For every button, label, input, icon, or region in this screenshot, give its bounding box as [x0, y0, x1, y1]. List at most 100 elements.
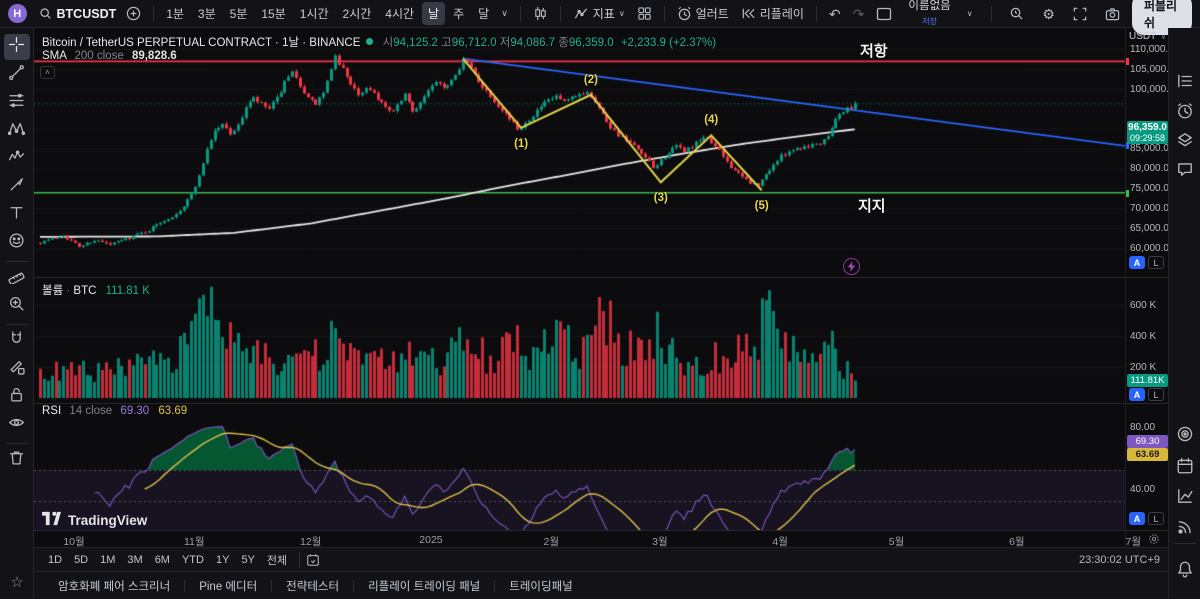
alert-button[interactable]: 얼러트 — [671, 2, 735, 25]
wave-label-4[interactable]: (4) — [704, 114, 718, 126]
text-tool-tool-button[interactable] — [4, 202, 30, 228]
range-button-1M[interactable]: 1M — [94, 552, 121, 568]
volume-legend-row[interactable]: 볼륨 · BTC 111.81 K — [42, 282, 150, 298]
time-tick[interactable]: 2025 — [419, 534, 442, 546]
range-button-5Y[interactable]: 5Y — [235, 552, 260, 568]
wave-label-1[interactable]: (1) — [514, 138, 528, 150]
rsi-chart-canvas[interactable] — [34, 403, 1125, 530]
hotlist-target-button[interactable] — [1176, 425, 1194, 443]
layout-name-button[interactable]: 이름없음 저장 — [904, 0, 954, 27]
chat-button[interactable] — [1176, 160, 1194, 178]
chart-style-button[interactable] — [527, 3, 554, 24]
undo-button[interactable]: ↶ — [823, 4, 847, 24]
ideas-chart-button[interactable] — [1176, 487, 1194, 505]
interval-button-2시간[interactable]: 2시간 — [337, 2, 378, 25]
interval-button-날[interactable]: 날 — [422, 2, 445, 25]
auto-scale-button[interactable]: A — [1129, 388, 1145, 401]
wave-label-3[interactable]: (3) — [654, 192, 668, 204]
quick-search-button[interactable] — [1003, 3, 1030, 24]
resistance-annotation[interactable]: 저항 — [860, 40, 888, 61]
time-axis-gear-icon[interactable] — [1148, 533, 1160, 548]
tradingview-watermark[interactable]: TradingView — [42, 510, 147, 530]
interval-button-4시간[interactable]: 4시간 — [379, 2, 420, 25]
chart-area[interactable]: Bitcoin / TetherUS PERPETUAL CONTRACT · … — [34, 28, 1125, 547]
price-scale-mode-buttons[interactable]: A L — [1129, 256, 1164, 269]
auto-scale-button[interactable]: A — [1129, 256, 1145, 269]
interval-button-1시간[interactable]: 1시간 — [294, 2, 335, 25]
xabcd-pattern-tool-button[interactable] — [4, 118, 30, 144]
volume-scale-mode-buttons[interactable]: A L — [1129, 388, 1164, 401]
indicators-button[interactable]: 지표 ∨ — [567, 2, 631, 25]
interval-button-15분[interactable]: 15분 — [255, 2, 291, 25]
volume-chart-canvas[interactable] — [34, 277, 1125, 403]
brush-tool-button[interactable] — [4, 174, 30, 200]
settings-button[interactable]: ⚙ — [1036, 4, 1061, 24]
trend-line-tool-button[interactable] — [4, 62, 30, 88]
layout-select-button[interactable] — [870, 4, 898, 24]
elliott-wave-tool-button[interactable] — [4, 146, 30, 172]
crosshair-tool-button[interactable] — [4, 34, 30, 60]
calendar-button[interactable] — [1176, 457, 1194, 475]
rsi-scale-mode-buttons[interactable]: A L — [1129, 512, 1164, 525]
fib-retracement-tool-button[interactable] — [4, 90, 30, 116]
range-button-YTD[interactable]: YTD — [176, 552, 210, 568]
emoji-tool-button[interactable] — [4, 230, 30, 256]
drawing-edit-tool-button[interactable] — [4, 356, 30, 382]
ruler-tool-button[interactable] — [4, 265, 30, 291]
range-button-1Y[interactable]: 1Y — [210, 552, 235, 568]
layout-templates-button[interactable] — [631, 3, 658, 24]
interval-button-5분[interactable]: 5분 — [224, 2, 254, 25]
bottom-tab-2[interactable]: Pine 에디터 — [185, 578, 271, 594]
log-scale-button[interactable]: L — [1148, 388, 1164, 401]
bottom-tab-1[interactable]: 암호화폐 페어 스크리너 — [44, 578, 184, 594]
range-button-1D[interactable]: 1D — [42, 552, 68, 568]
layout-name-chevron[interactable]: ∨ — [961, 7, 979, 21]
eye-tool-button[interactable] — [4, 412, 30, 438]
bottom-tab-5[interactable]: 트레이딩패널 — [495, 578, 586, 594]
price-axis[interactable]: USDT ∨ 110,000.0105,000.0100,000.090,000… — [1125, 28, 1168, 547]
log-scale-button[interactable]: L — [1148, 512, 1164, 525]
symbol-search-button[interactable]: BTCUSDT — [35, 4, 121, 24]
favorite-drawings-star-icon[interactable]: ☆ — [0, 573, 34, 591]
range-button-3M[interactable]: 3M — [121, 552, 148, 568]
support-annotation[interactable]: 지지 — [858, 195, 886, 216]
main-legend-row[interactable]: Bitcoin / TetherUS PERPETUAL CONTRACT · … — [42, 34, 716, 50]
interval-expand-chevron[interactable]: ∨ — [495, 6, 514, 21]
wave-label-5[interactable]: (5) — [755, 200, 769, 212]
log-scale-button[interactable]: L — [1148, 256, 1164, 269]
trash-tool-button[interactable] — [4, 447, 30, 473]
legend-collapse-button[interactable]: ˄ — [40, 66, 55, 79]
notifications-bell-button[interactable] — [1176, 560, 1194, 578]
pane-divider[interactable] — [34, 403, 1168, 404]
watchlist-button[interactable] — [1176, 72, 1194, 90]
time-axis[interactable]: 10월11월12월20252월3월4월5월6월7월 — [34, 530, 1168, 547]
range-button-6M[interactable]: 6M — [149, 552, 176, 568]
range-button-전체[interactable]: 전체 — [261, 550, 293, 570]
replay-button[interactable]: 리플레이 — [735, 2, 810, 25]
range-button-5D[interactable]: 5D — [68, 552, 94, 568]
zoom-in-tool-button[interactable] — [4, 293, 30, 319]
sma-legend-row[interactable]: SMA 200 close 89,828.6 — [42, 50, 177, 62]
interval-button-주[interactable]: 주 — [447, 2, 470, 25]
boost-lightning-icon[interactable] — [843, 258, 860, 275]
pane-divider[interactable] — [34, 277, 1168, 278]
interval-button-1분[interactable]: 1분 — [160, 2, 190, 25]
object-tree-button[interactable] — [1176, 131, 1194, 149]
go-to-date-button[interactable] — [306, 553, 320, 567]
magnet-tool-button[interactable] — [4, 328, 30, 354]
auto-scale-button[interactable]: A — [1129, 512, 1145, 525]
user-avatar[interactable]: H — [8, 4, 27, 23]
interval-button-3분[interactable]: 3분 — [192, 2, 222, 25]
fullscreen-button[interactable] — [1067, 4, 1093, 24]
clock-timezone[interactable]: 23:30:02 UTC+9 — [1079, 554, 1160, 566]
bottom-tab-4[interactable]: 리플레이 트레이딩 패널 — [354, 578, 494, 594]
wave-label-2[interactable]: (2) — [584, 74, 598, 86]
compare-add-button[interactable] — [120, 3, 147, 24]
bottom-tab-3[interactable]: 전략테스터 — [272, 578, 353, 594]
interval-button-달[interactable]: 달 — [472, 2, 495, 25]
price-chart-canvas[interactable] — [34, 28, 1125, 277]
alerts-clock-button[interactable] — [1176, 102, 1194, 120]
redo-button[interactable]: ↷ — [847, 4, 871, 24]
lock-tool-button[interactable] — [4, 384, 30, 410]
rsi-legend-row[interactable]: RSI 14 close 69.30 63.69 — [42, 405, 187, 417]
